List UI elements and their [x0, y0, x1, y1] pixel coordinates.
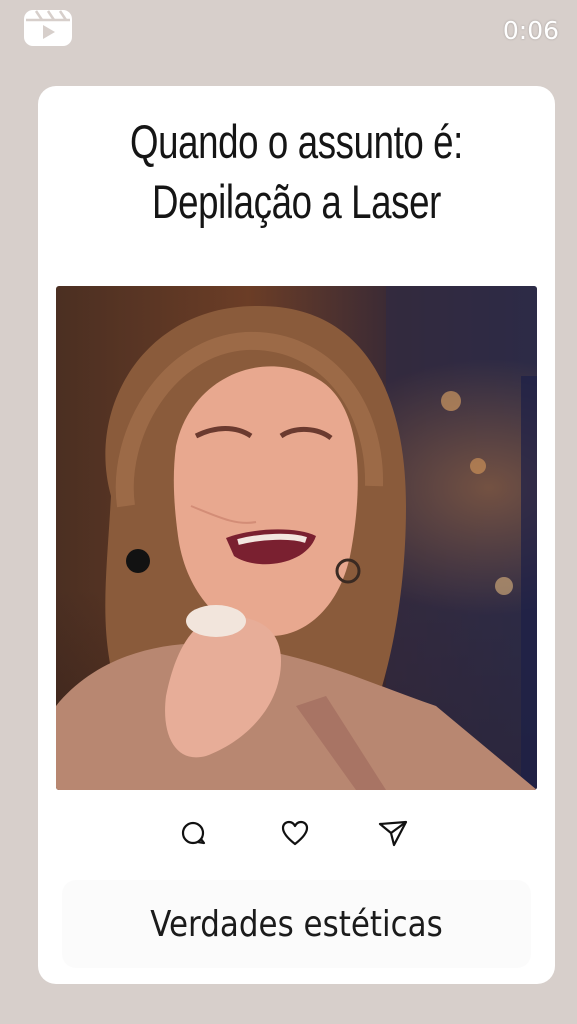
caption-box: Verdades estéticas — [62, 880, 531, 968]
post-title: Quando o assunto é: Depilação a Laser — [95, 112, 498, 232]
top-bar: 0:06 — [0, 0, 577, 60]
video-timer: 0:06 — [502, 16, 559, 45]
video-frame[interactable] — [56, 286, 537, 790]
post-actions — [38, 816, 555, 856]
caption-text: Verdades estéticas — [150, 904, 443, 945]
share-icon[interactable] — [376, 816, 410, 850]
comment-icon[interactable] — [176, 816, 210, 850]
post-title-line-1: Quando o assunto é: — [130, 115, 463, 168]
video-scene — [56, 286, 537, 790]
post-title-line-2: Depilação a Laser — [152, 175, 441, 228]
reels-icon[interactable] — [22, 8, 74, 48]
post-card: Quando o assunto é: Depilação a Laser Ve… — [38, 86, 555, 984]
heart-icon[interactable] — [278, 816, 312, 850]
